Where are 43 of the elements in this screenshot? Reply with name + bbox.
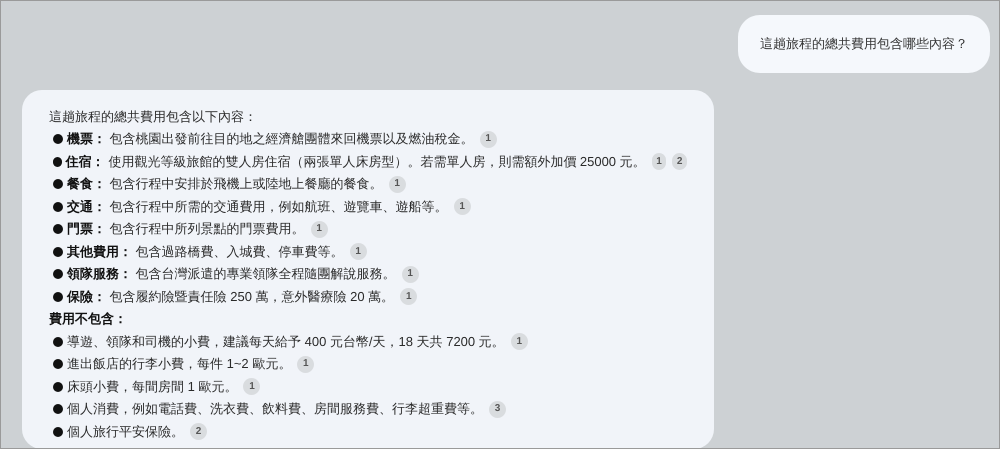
citation-badge[interactable]: 1 <box>388 176 406 193</box>
citation-badge[interactable]: 2 <box>672 153 688 170</box>
citation-badge[interactable]: 1 <box>350 243 367 260</box>
bullet-icon <box>53 382 63 392</box>
user-message: 這趟旅程的總共費用包含哪些內容？ <box>738 15 990 72</box>
bullet-icon <box>53 336 63 347</box>
citation-badge[interactable]: 2 <box>190 423 207 440</box>
bullet-icon <box>53 292 63 302</box>
list-item-text: 個人旅行平安保險。 <box>67 422 184 440</box>
citation-badge[interactable]: 1 <box>510 333 528 350</box>
citation-badge[interactable]: 1 <box>454 198 471 216</box>
citation-badge[interactable]: 1 <box>243 378 260 396</box>
answer-intro: 這趟旅程的總共費用包含以下內容： <box>49 108 258 126</box>
list-item-text: 交通： 包含行程中所需的交通費用，例如航班、遊覽車、遊船等。 <box>67 198 448 216</box>
section-heading: 費用不包含： <box>49 310 128 328</box>
list-item-text: 床頭小費，每間房間 1 歐元。 <box>67 378 238 396</box>
bullet-icon <box>53 269 63 280</box>
list-item-text: 餐食： 包含行程中安排於飛機上或陸地上餐廳的餐食。 <box>67 175 383 193</box>
bullet-icon <box>53 404 63 414</box>
bullet-icon <box>53 224 63 234</box>
list-item-text: 領隊服務： 包含台灣派遣的專業領隊全程隨團解說服務。 <box>67 265 396 283</box>
citation-badge[interactable]: 1 <box>652 153 666 170</box>
citation-badge[interactable]: 1 <box>400 288 418 306</box>
bullet-icon <box>53 426 63 437</box>
list-item-text: 導遊、領隊和司機的小費，建議每天給予 400 元台幣/天，18 天共 7200 元。 <box>67 332 505 350</box>
citation-badge[interactable]: 3 <box>489 400 506 418</box>
citation-badge[interactable]: 1 <box>480 130 497 148</box>
citation-badge[interactable]: 1 <box>310 220 328 238</box>
list-item-text: 住宿： 使用觀光等級旅館的雙人房住宿（兩張單人床房型）。若需單人房，則需額外加價 25000 元。 <box>66 152 646 170</box>
citation-badge[interactable]: 1 <box>297 356 314 373</box>
list-item-text: 門票： 包含行程中所列景點的門票費用。 <box>67 220 305 238</box>
bullet-icon <box>53 246 63 257</box>
list-item-text: 保險： 包含履約險暨責任險 250 萬，意外醫療險 20 萬。 <box>67 288 394 306</box>
bullet-icon <box>53 202 63 212</box>
citation-badge[interactable]: 1 <box>402 266 419 283</box>
list-item-text: 進出飯店的行李小費，每件 1~2 歐元。 <box>67 355 292 373</box>
bullet-icon <box>53 156 62 167</box>
list-item-text: 機票： 包含桃園出發前往目的地之經濟艙團體來回機票以及燃油稅金。 <box>67 130 474 148</box>
list-item-text: 其他費用： 包含過路橋費、入城費、停車費等。 <box>67 242 344 260</box>
bullet-icon <box>53 179 63 190</box>
bullet-icon <box>53 359 63 370</box>
bullet-icon <box>53 134 63 144</box>
list-item-text: 個人消費，例如電話費、洗衣費、飲料費、房間服務費、行李超重費等。 <box>67 400 483 418</box>
